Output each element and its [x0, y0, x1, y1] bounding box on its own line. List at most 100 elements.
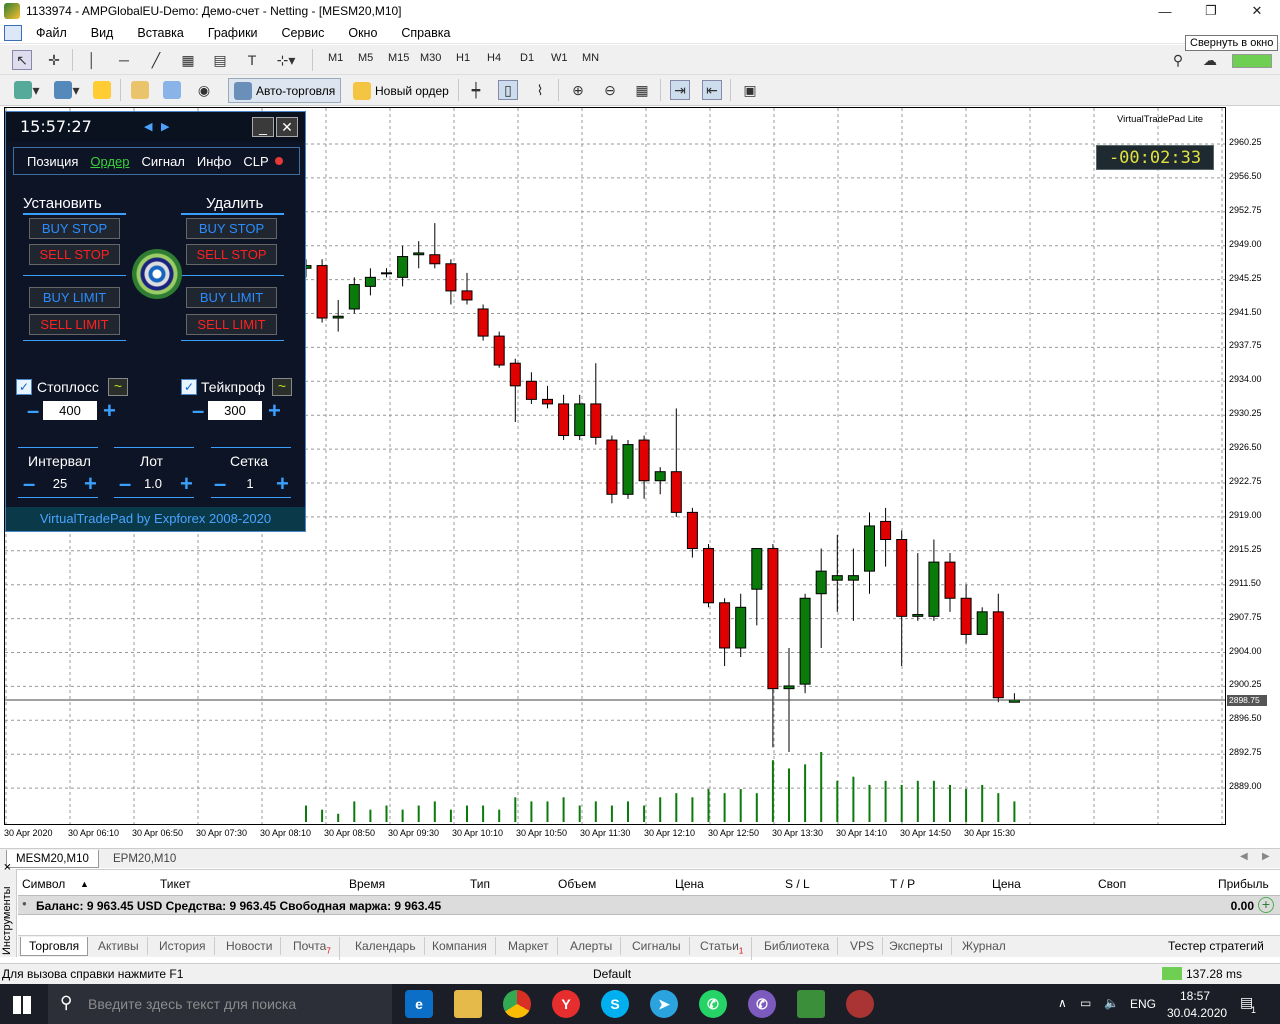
chat-icon[interactable]: ☁	[1200, 50, 1220, 70]
trendline-icon[interactable]: ╱	[146, 50, 166, 70]
col-price[interactable]: Цена	[675, 877, 704, 891]
file-explorer-icon[interactable]	[454, 990, 482, 1018]
strategy-tester-button[interactable]: Тестер стратегий	[1160, 937, 1272, 955]
tab-assets[interactable]: Активы	[90, 937, 148, 955]
tab-journal[interactable]: Журнал	[954, 937, 1014, 955]
market-watch-icon[interactable]	[92, 80, 112, 100]
metatrader-icon[interactable]	[797, 990, 825, 1018]
col-swap[interactable]: Своп	[1098, 877, 1126, 891]
delete-sell-stop-button[interactable]: SELL STOP	[186, 244, 277, 265]
tab-library[interactable]: Библиотека	[756, 937, 839, 955]
data-window-icon[interactable]	[130, 80, 150, 100]
stoploss-input[interactable]: 400	[43, 401, 97, 420]
crosshair-icon[interactable]: ✛	[44, 50, 64, 70]
delete-buy-stop-button[interactable]: BUY STOP	[186, 218, 277, 239]
chrome-icon[interactable]	[503, 990, 531, 1018]
arrow-left-icon[interactable]: ◀	[144, 120, 152, 133]
fibonacci-icon[interactable]: ▤	[210, 50, 230, 70]
chart-tab-mesm20[interactable]: MESM20,M10	[6, 850, 99, 868]
tile-windows-icon[interactable]: ▦	[632, 80, 652, 100]
pad-minimize-button[interactable]: _	[252, 117, 274, 137]
vertical-line-icon[interactable]: │	[82, 50, 102, 70]
bar-chart-icon[interactable]: ┿	[466, 80, 486, 100]
taskbar-search[interactable]: Введите здесь текст для поиска	[48, 984, 392, 1024]
autoscroll-icon[interactable]: ⇥	[670, 80, 690, 100]
line-chart-icon[interactable]: ⌇	[530, 80, 550, 100]
signals-icon[interactable]: ◉	[194, 80, 214, 100]
telegram-icon[interactable]: ➤	[650, 990, 678, 1018]
stoploss-plus-button[interactable]: +	[103, 400, 116, 422]
interval-input[interactable]: 25	[33, 474, 87, 493]
new-chart-icon[interactable]: ▾	[10, 80, 44, 100]
col-profit[interactable]: Прибыль	[1218, 877, 1269, 891]
tray-chevron-icon[interactable]: ∧	[1058, 996, 1067, 1010]
menu-window[interactable]: Окно	[336, 26, 389, 40]
tab-history[interactable]: История	[151, 937, 215, 955]
col-volume[interactable]: Объем	[558, 877, 596, 891]
menu-tools[interactable]: Сервис	[270, 26, 337, 40]
menu-help[interactable]: Справка	[389, 26, 462, 40]
navigator-icon[interactable]	[162, 80, 182, 100]
interval-plus-button[interactable]: +	[84, 473, 97, 495]
collapse-icon[interactable]: ●	[22, 899, 27, 908]
tab-info[interactable]: Инфо	[191, 154, 237, 169]
horizontal-line-icon[interactable]: ─	[114, 50, 134, 70]
minimize-button[interactable]: —	[1142, 0, 1188, 22]
new-order-button[interactable]: Новый ордер	[348, 78, 454, 103]
restore-button[interactable]: ❐	[1188, 0, 1234, 22]
tab-calendar[interactable]: Календарь	[347, 937, 425, 955]
tab-signals[interactable]: Сигналы	[624, 937, 690, 955]
volume-icon[interactable]: 🔈	[1104, 996, 1119, 1010]
col-symbol[interactable]: Символ	[22, 877, 65, 891]
equidistant-channel-icon[interactable]: ▦	[178, 50, 198, 70]
tab-market[interactable]: Маркет	[500, 937, 558, 955]
shapes-icon[interactable]: ⊹▾	[276, 50, 296, 70]
tf-m15[interactable]: M15	[388, 52, 409, 64]
language-indicator[interactable]: ENG	[1130, 997, 1156, 1011]
candlestick-icon[interactable]: ▯	[498, 80, 518, 100]
profiles-icon[interactable]: ▾	[50, 80, 84, 100]
col-ticket[interactable]: Тикет	[160, 877, 191, 891]
grid-input[interactable]: 1	[223, 474, 277, 493]
add-icon[interactable]: +	[1258, 897, 1274, 913]
lot-plus-button[interactable]: +	[180, 473, 193, 495]
terminal-close-icon[interactable]: ✕	[3, 863, 14, 871]
tf-h1[interactable]: H1	[456, 52, 470, 64]
delete-buy-limit-button[interactable]: BUY LIMIT	[186, 287, 277, 308]
document-icon[interactable]	[4, 24, 22, 41]
arrow-right-icon[interactable]: ▶	[161, 120, 169, 133]
stoploss-checkbox[interactable]: ✓	[16, 379, 32, 395]
tab-trade[interactable]: Торговля	[20, 937, 89, 956]
takeprofit-mode-icon[interactable]: ~	[272, 378, 292, 396]
takeprofit-input[interactable]: 300	[208, 401, 262, 420]
menu-file[interactable]: Файл	[24, 26, 79, 40]
takeprofit-checkbox[interactable]: ✓	[181, 379, 197, 395]
tab-company[interactable]: Компания	[424, 937, 496, 955]
tab-alerts[interactable]: Алерты	[562, 937, 622, 955]
tab-clp[interactable]: CLP	[237, 154, 274, 169]
whatsapp-icon[interactable]: ✆	[699, 990, 727, 1018]
stoploss-mode-icon[interactable]: ~	[108, 378, 128, 396]
viber-icon[interactable]: ✆	[748, 990, 776, 1018]
clock-date[interactable]: 30.04.2020	[1167, 1006, 1227, 1020]
pad-close-button[interactable]: ✕	[276, 117, 298, 137]
close-button[interactable]: ✕	[1234, 0, 1280, 22]
tab-news[interactable]: Новости	[218, 937, 282, 955]
tab-experts[interactable]: Эксперты	[881, 937, 952, 955]
col-tp[interactable]: T / P	[890, 877, 915, 891]
menu-charts[interactable]: Графики	[196, 26, 270, 40]
network-icon[interactable]: ▭	[1080, 996, 1091, 1010]
stoploss-minus-button[interactable]: –	[27, 400, 39, 422]
chart-tab-epm20[interactable]: EPM20,M10	[104, 850, 185, 868]
cursor-icon[interactable]: ↖	[12, 50, 32, 70]
tab-scroll-left-icon[interactable]: ◀	[1240, 851, 1248, 862]
takeprofit-plus-button[interactable]: +	[268, 400, 281, 422]
tab-vps[interactable]: VPS	[842, 937, 884, 955]
menu-insert[interactable]: Вставка	[125, 26, 195, 40]
start-icon[interactable]	[13, 996, 31, 1014]
install-buy-stop-button[interactable]: BUY STOP	[29, 218, 120, 239]
tf-m5[interactable]: M5	[358, 52, 373, 64]
install-buy-limit-button[interactable]: BUY LIMIT	[29, 287, 120, 308]
templates-icon[interactable]: ▣	[740, 80, 760, 100]
lot-input[interactable]: 1.0	[126, 474, 180, 493]
